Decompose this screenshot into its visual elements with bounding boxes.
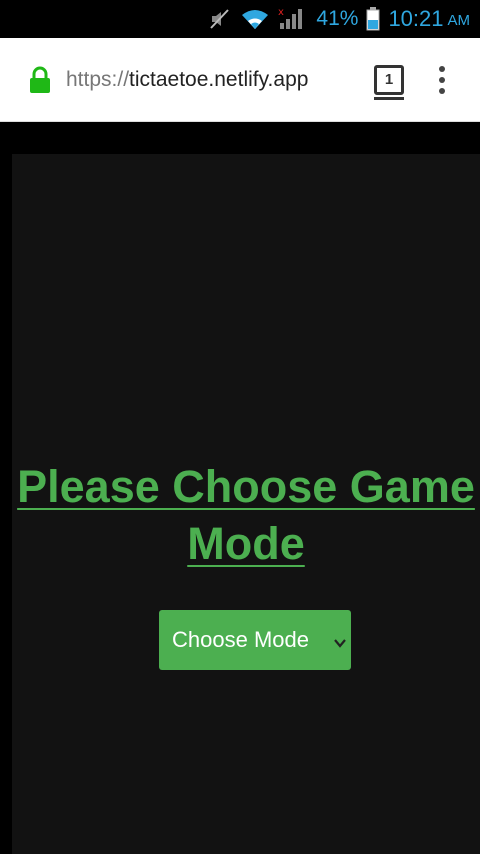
signal-icon: x <box>278 7 306 31</box>
status-bar: x 41% 10:21 AM <box>0 0 480 38</box>
battery-percentage: 41% <box>316 7 359 30</box>
game-mode-select-label: Choose Mode <box>172 627 309 652</box>
page-title: Please Choose Game Mode <box>17 461 475 569</box>
battery-icon <box>366 7 380 31</box>
browser-toolbar: https://tictaetoe.netlify.app 1 <box>0 38 480 122</box>
clock-time: 10:21 <box>388 6 444 31</box>
chevron-down-icon <box>333 630 347 648</box>
wifi-icon <box>240 7 270 31</box>
web-page: Please Choose Game Mode Choose Mode <box>0 122 480 854</box>
url-scheme: https:// <box>66 67 130 91</box>
game-mode-select[interactable]: Choose Mode <box>159 610 351 670</box>
address-bar[interactable]: https://tictaetoe.netlify.app <box>66 68 358 92</box>
lock-icon[interactable] <box>28 66 52 94</box>
tab-count: 1 <box>384 71 394 88</box>
mute-icon <box>208 7 232 31</box>
url-host: tictaetoe.netlify.app <box>129 67 309 91</box>
clock-ampm: AM <box>447 12 471 29</box>
tab-switcher-button[interactable]: 1 <box>374 64 404 100</box>
svg-text:x: x <box>278 7 284 18</box>
game-panel: Please Choose Game Mode Choose Mode <box>12 154 480 854</box>
overflow-menu-icon[interactable] <box>438 65 446 94</box>
